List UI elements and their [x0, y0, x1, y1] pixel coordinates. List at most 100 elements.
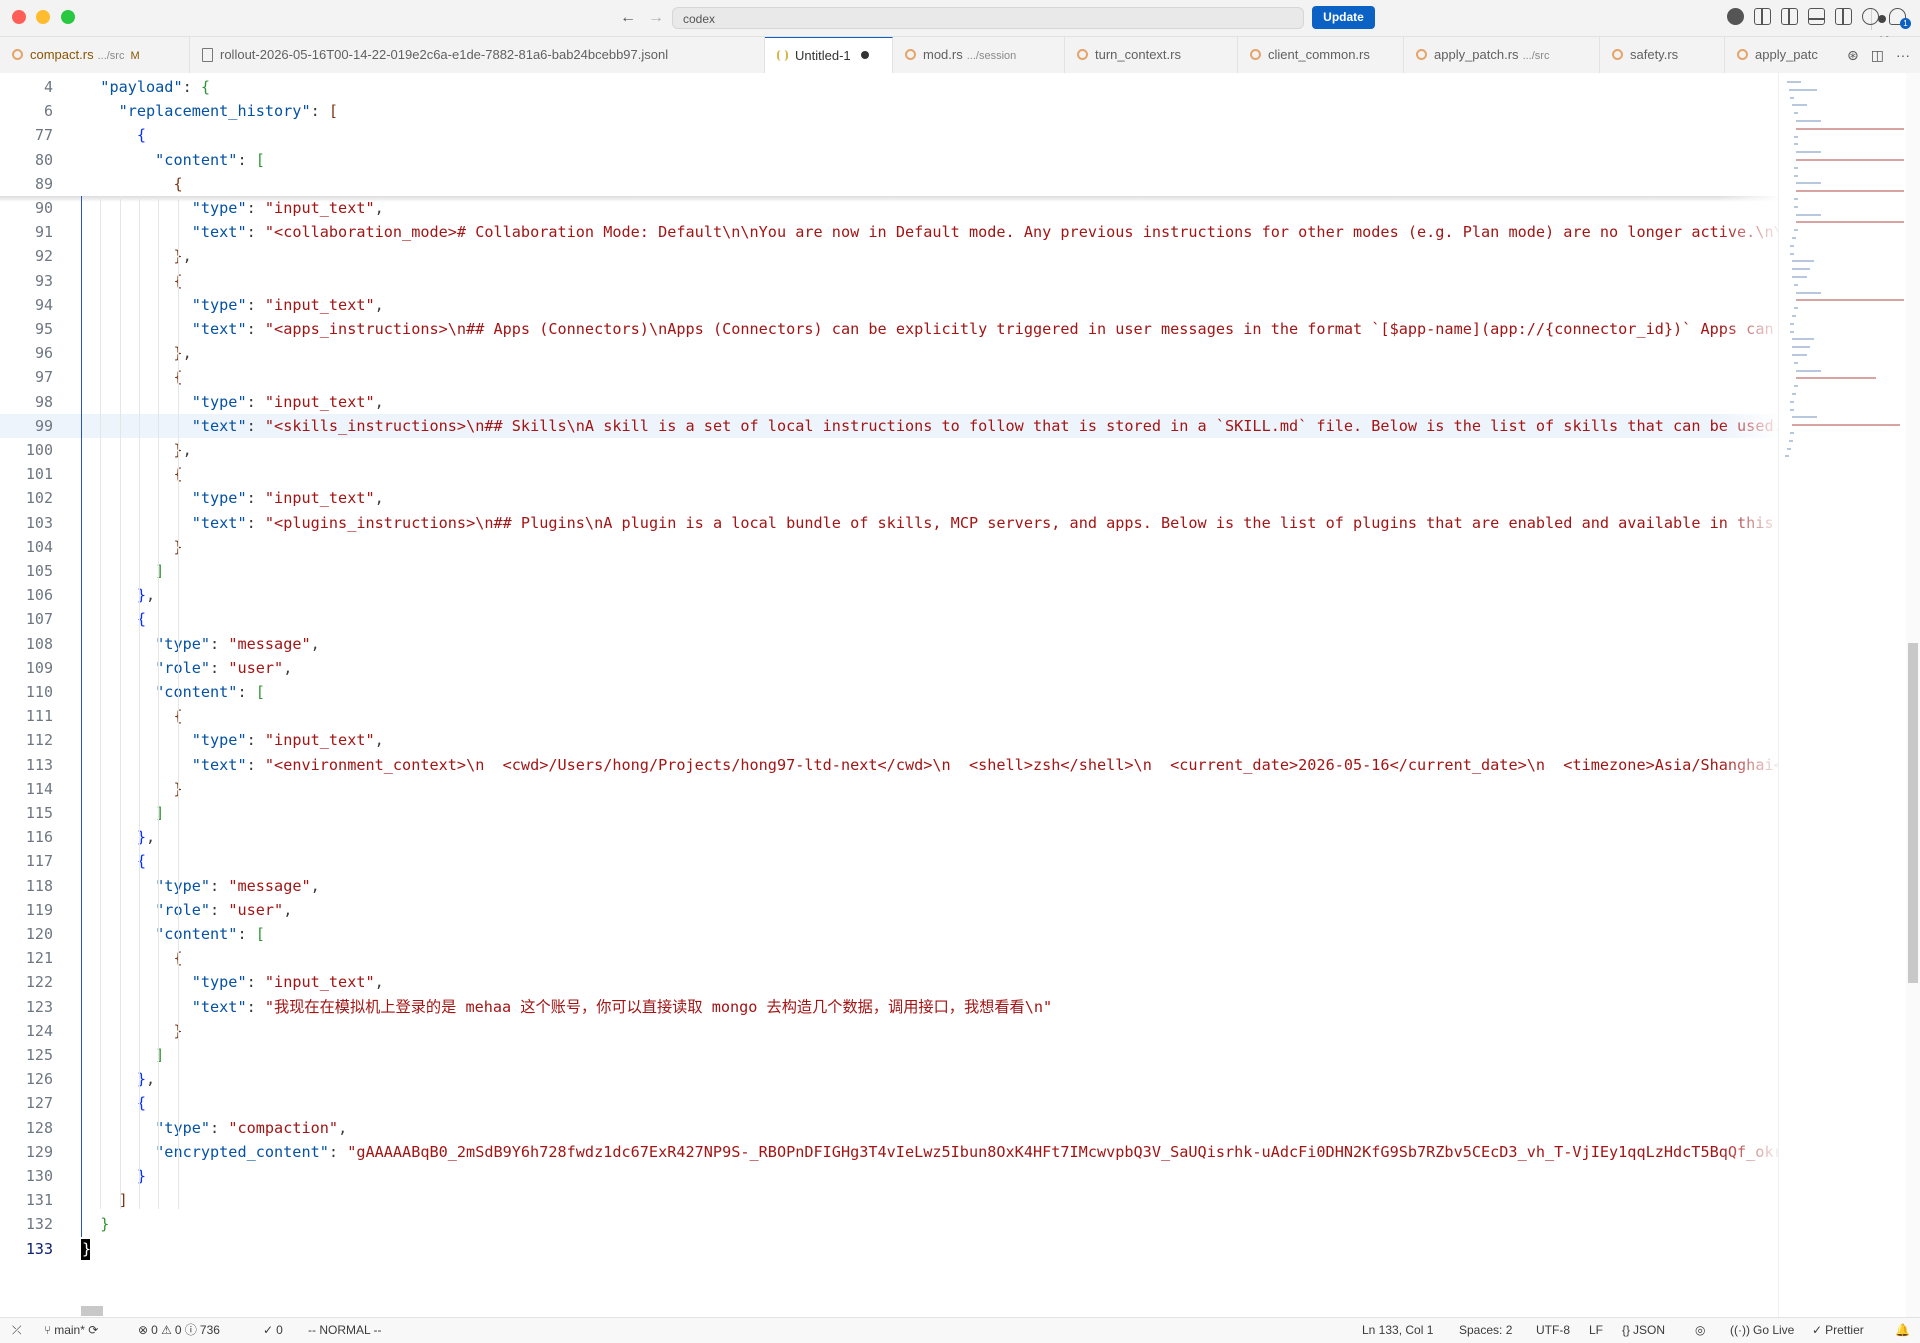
code-line[interactable]: 113 "text": "<environment_context>\n <cw…: [0, 753, 1778, 777]
line-number[interactable]: 94: [0, 293, 53, 317]
code-line[interactable]: 131 ]: [0, 1188, 1778, 1212]
line-number[interactable]: 124: [0, 1019, 53, 1043]
code-line[interactable]: 91 "text": "<collaboration_mode># Collab…: [0, 220, 1778, 244]
line-number[interactable]: 118: [0, 874, 53, 898]
end-of-line[interactable]: LF: [1589, 1318, 1603, 1342]
code-line[interactable]: 111 {: [0, 704, 1778, 728]
language-mode[interactable]: {} JSON: [1622, 1318, 1665, 1342]
line-number[interactable]: 80: [0, 148, 53, 172]
code-line[interactable]: 127 {: [0, 1091, 1778, 1115]
code-line[interactable]: 101 {: [0, 462, 1778, 486]
indentation[interactable]: Spaces: 2: [1459, 1318, 1512, 1342]
line-number[interactable]: 104: [0, 535, 53, 559]
code-line[interactable]: 114 }: [0, 777, 1778, 801]
line-number[interactable]: 130: [0, 1164, 53, 1188]
tab-apply-patch-rs[interactable]: apply_patch.rs .../src: [1404, 37, 1600, 73]
line-number[interactable]: 98: [0, 390, 53, 414]
line-number[interactable]: 126: [0, 1067, 53, 1091]
tab-turn-context-rs[interactable]: turn_context.rs: [1065, 37, 1238, 73]
line-number[interactable]: 131: [0, 1188, 53, 1212]
code-line[interactable]: 93 {: [0, 269, 1778, 293]
code-line[interactable]: 108 "type": "message",: [0, 632, 1778, 656]
line-number[interactable]: 93: [0, 269, 53, 293]
notifications-bell-icon[interactable]: 🔔: [1895, 1318, 1910, 1342]
code-line[interactable]: 107 {: [0, 607, 1778, 631]
editor-area[interactable]: 4 "payload": {6 "replacement_history": […: [0, 73, 1920, 1317]
code-line[interactable]: 116 },: [0, 825, 1778, 849]
code-line[interactable]: 133}: [0, 1237, 1778, 1261]
line-number[interactable]: 105: [0, 559, 53, 583]
line-number[interactable]: 114: [0, 777, 53, 801]
code-line[interactable]: 98 "type": "input_text",: [0, 390, 1778, 414]
command-center-search[interactable]: codex 10 💬⌄: [672, 7, 1890, 47]
zoom-window-button[interactable]: [61, 10, 75, 24]
code-line[interactable]: 104 }: [0, 535, 1778, 559]
toggle-panel-icon[interactable]: [1808, 8, 1825, 25]
code-line[interactable]: 103 "text": "<plugins_instructions>\n## …: [0, 511, 1778, 535]
forward-arrow-icon[interactable]: →: [648, 8, 664, 28]
line-number[interactable]: 112: [0, 728, 53, 752]
tab-compact-rs[interactable]: compact.rs .../src M: [0, 37, 190, 73]
sync-icon[interactable]: ⟳: [88, 1323, 98, 1337]
code-line[interactable]: 106 },: [0, 583, 1778, 607]
line-number[interactable]: 113: [0, 753, 53, 777]
tab-apply-patch-rs-2[interactable]: apply_patc: [1725, 37, 1845, 73]
code-line[interactable]: 115 ]: [0, 801, 1778, 825]
update-button[interactable]: Update: [1312, 6, 1375, 29]
code-line[interactable]: 112 "type": "input_text",: [0, 728, 1778, 752]
line-number[interactable]: 123: [0, 995, 53, 1019]
customize-layout-icon[interactable]: [1754, 8, 1771, 25]
line-number[interactable]: 97: [0, 365, 53, 389]
line-number[interactable]: 96: [0, 341, 53, 365]
encoding[interactable]: UTF-8: [1536, 1318, 1570, 1342]
line-number[interactable]: 101: [0, 462, 53, 486]
checks-indicator[interactable]: ✓ 0: [263, 1318, 283, 1342]
line-number[interactable]: 115: [0, 801, 53, 825]
code-line[interactable]: 92 },: [0, 244, 1778, 268]
line-number[interactable]: 106: [0, 583, 53, 607]
code-line[interactable]: 94 "type": "input_text",: [0, 293, 1778, 317]
line-number[interactable]: 133: [0, 1237, 53, 1261]
code-line[interactable]: 121 {: [0, 946, 1778, 970]
code-line[interactable]: 95 "text": "<apps_instructions>\n## Apps…: [0, 317, 1778, 341]
code-line[interactable]: 119 "role": "user",: [0, 898, 1778, 922]
branch-indicator[interactable]: ⑂ main* ⟳: [44, 1318, 98, 1342]
close-window-button[interactable]: [12, 10, 26, 24]
accounts-icon[interactable]: [1862, 8, 1879, 25]
code-line[interactable]: 105 ]: [0, 559, 1778, 583]
code-line[interactable]: 122 "type": "input_text",: [0, 970, 1778, 994]
line-number[interactable]: 119: [0, 898, 53, 922]
back-arrow-icon[interactable]: ←: [620, 8, 636, 28]
code-line[interactable]: 128 "type": "compaction",: [0, 1116, 1778, 1140]
line-number[interactable]: 129: [0, 1140, 53, 1164]
scrollbar-thumb[interactable]: [1908, 643, 1918, 983]
line-number[interactable]: 107: [0, 607, 53, 631]
go-live-button[interactable]: ((·)) Go Live: [1730, 1318, 1794, 1342]
line-number[interactable]: 92: [0, 244, 53, 268]
line-number[interactable]: 91: [0, 220, 53, 244]
code-line[interactable]: 130 }: [0, 1164, 1778, 1188]
line-number[interactable]: 95: [0, 317, 53, 341]
split-editor-icon[interactable]: ◫: [1871, 47, 1884, 64]
code-view[interactable]: 4 "payload": {6 "replacement_history": […: [0, 73, 1778, 1317]
tab-client-common-rs[interactable]: client_common.rs: [1238, 37, 1404, 73]
code-line[interactable]: 97 {: [0, 365, 1778, 389]
code-line[interactable]: 100 },: [0, 438, 1778, 462]
line-number[interactable]: 109: [0, 656, 53, 680]
vertical-scrollbar[interactable]: [1906, 73, 1920, 1317]
line-number[interactable]: 120: [0, 922, 53, 946]
problems-indicator[interactable]: ⊗ 0 ⚠ 0 ⓘ 736: [138, 1318, 220, 1342]
code-line[interactable]: 99 "text": "<skills_instructions>\n## Sk…: [0, 413, 1778, 438]
line-number[interactable]: 4: [0, 75, 53, 99]
code-line[interactable]: 109 "role": "user",: [0, 656, 1778, 680]
copilot-status-icon[interactable]: ◎: [1695, 1318, 1705, 1342]
copilot-icon[interactable]: [1727, 8, 1744, 25]
code-line[interactable]: 120 "content": [: [0, 922, 1778, 946]
code-line[interactable]: 125 ]: [0, 1043, 1778, 1067]
line-number[interactable]: 6: [0, 99, 53, 123]
tab-mod-rs[interactable]: mod.rs .../session: [893, 37, 1065, 73]
minimap[interactable]: [1778, 73, 1907, 1317]
code-line[interactable]: 132 }: [0, 1212, 1778, 1236]
horizontal-scrollbar-thumb[interactable]: [81, 1306, 103, 1316]
line-number[interactable]: 108: [0, 632, 53, 656]
